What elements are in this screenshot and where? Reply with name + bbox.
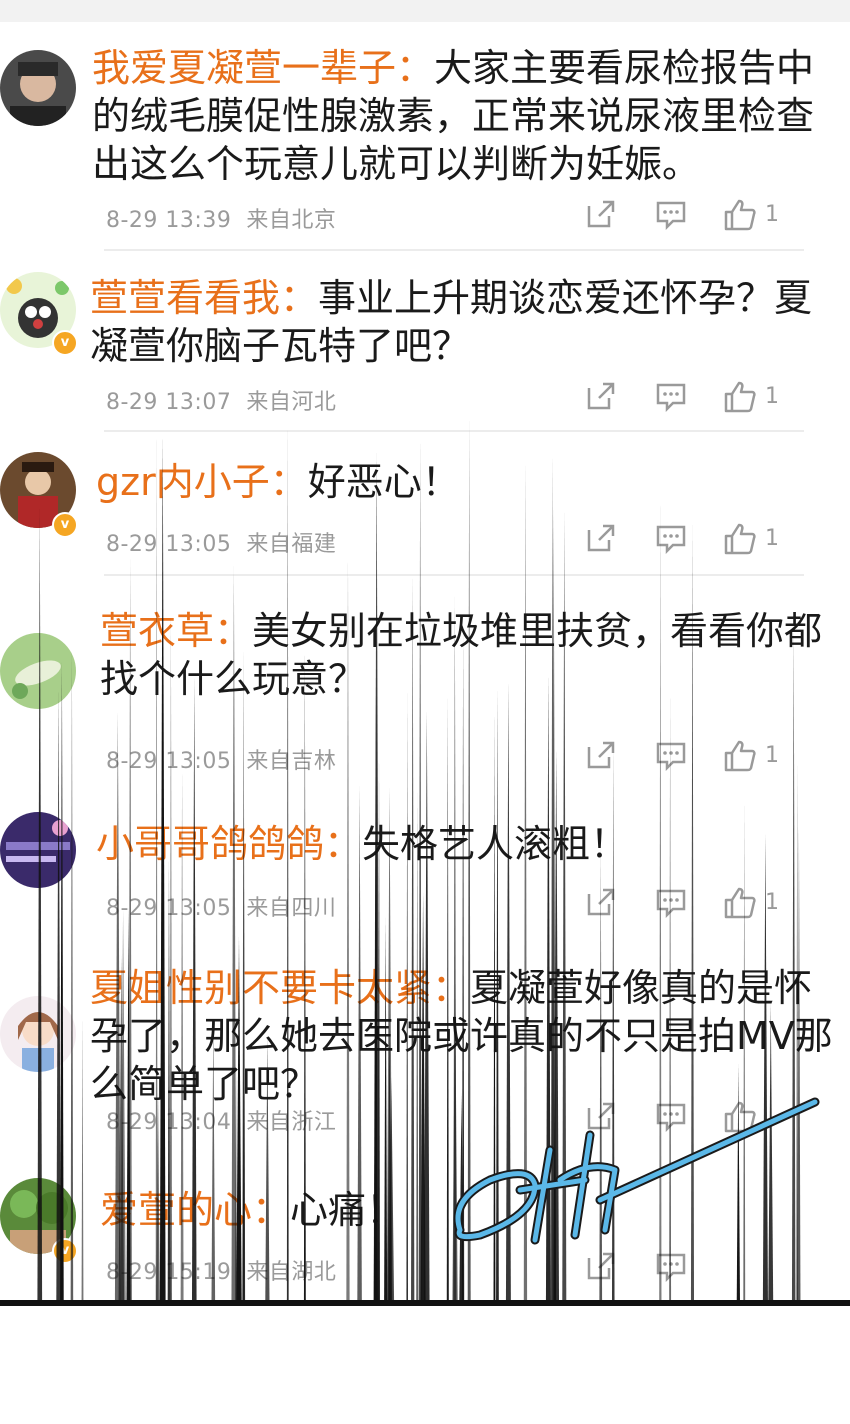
comment-time: 8-29 13:04 — [106, 1110, 232, 1135]
share-icon[interactable] — [585, 886, 617, 922]
comment-text: 出这么个玩意儿就可以判断为妊娠。 — [92, 142, 701, 186]
comment-username[interactable]: 小哥哥鸽鸽鸽： — [96, 822, 362, 866]
comment-time: 8-29 13:05 — [106, 896, 232, 921]
comment-time: 8-29 13:07 — [106, 390, 232, 415]
thumbs-up-icon[interactable] — [723, 1100, 757, 1136]
comment-source: 来自四川 — [246, 896, 337, 921]
comment-icon[interactable] — [655, 886, 687, 922]
comment-icon[interactable] — [655, 739, 687, 775]
speed-line — [373, 452, 380, 1300]
comment-icon[interactable] — [655, 380, 687, 416]
comment-text: 的绒毛膜促性腺激素，正常来说尿液里检查 — [92, 94, 815, 138]
comment-source: 来自河北 — [246, 390, 337, 415]
ground-line — [0, 1300, 850, 1306]
comment-source: 来自湖北 — [246, 1260, 337, 1285]
comment-text: 孕了，那么她去医院或许真的不只是拍MV那 — [90, 1014, 833, 1058]
like-count: 1 — [765, 890, 779, 915]
comment-text: 失格艺人滚粗！ — [362, 822, 629, 866]
like-count: 1 — [765, 384, 779, 409]
comment-icon[interactable] — [655, 1250, 687, 1286]
comment-icon[interactable] — [655, 522, 687, 558]
comment-text: 好恶心！ — [307, 460, 460, 504]
comment-username[interactable]: 萱萱看看我： — [90, 276, 318, 320]
thumbs-up-icon[interactable] — [723, 522, 757, 558]
purple-poster-avatar[interactable] — [0, 812, 76, 888]
comment-username[interactable]: 夏姐性别不要卡太紧： — [90, 966, 470, 1010]
speed-line — [418, 436, 422, 1300]
like-count: 1 — [765, 202, 779, 227]
divider — [104, 574, 804, 576]
anime-girl-avatar[interactable] — [0, 996, 76, 1072]
top-bar — [0, 0, 850, 22]
comment-text: 夏凝萱好像真的是怀 — [470, 966, 813, 1010]
comment-username[interactable]: 我爱夏凝萱一辈子： — [92, 46, 434, 90]
comment-time: 8-29 15:19 — [106, 1260, 232, 1285]
thumbs-up-icon[interactable] — [723, 380, 757, 416]
comment-text: 么简单了吧？ — [90, 1062, 319, 1106]
share-icon[interactable] — [585, 522, 617, 558]
comment-text: 心痛！ — [290, 1188, 405, 1232]
comment-icon[interactable] — [655, 198, 687, 234]
speed-line — [81, 1016, 84, 1300]
comment-username[interactable]: 萱衣草： — [100, 609, 252, 653]
divider — [104, 430, 804, 432]
thumbs-up-icon[interactable] — [723, 739, 757, 775]
thumbs-up-icon[interactable] — [723, 886, 757, 922]
comment-text: 大家主要看尿检报告中 — [434, 46, 815, 90]
verified-badge-icon: v — [52, 1238, 78, 1264]
verified-badge-icon: v — [52, 330, 78, 356]
comment-source: 来自北京 — [246, 208, 337, 233]
share-icon[interactable] — [585, 739, 617, 775]
share-icon[interactable] — [585, 1250, 617, 1286]
verified-badge-icon: v — [52, 512, 78, 538]
man-portrait-avatar[interactable] — [0, 50, 76, 126]
thumbs-up-icon[interactable] — [723, 198, 757, 234]
like-count: 1 — [765, 526, 779, 551]
share-icon[interactable] — [585, 1100, 617, 1136]
divider — [104, 249, 804, 251]
speed-line — [550, 453, 555, 1300]
comment-source: 来自吉林 — [246, 749, 337, 774]
share-icon[interactable] — [585, 380, 617, 416]
comment-text: 找个什么玩意？ — [100, 657, 367, 701]
comment-text: 事业上升期谈恋爱还怀孕？夏 — [318, 276, 813, 320]
share-icon[interactable] — [585, 198, 617, 234]
comment-source: 来自福建 — [246, 532, 337, 557]
comment-time: 8-29 13:05 — [106, 532, 232, 557]
comment-source: 来自浙江 — [246, 1110, 337, 1135]
comment-text: 凝萱你脑子瓦特了吧？ — [90, 324, 471, 368]
comment-username[interactable]: 爱萱的心： — [100, 1188, 290, 1232]
comment-text: 美女别在垃圾堆里扶贫，看看你都 — [252, 609, 823, 653]
comment-icon[interactable] — [655, 1100, 687, 1136]
comment-username[interactable]: gzr内小子： — [96, 460, 308, 504]
like-count: 1 — [765, 743, 779, 768]
green-leaf-avatar[interactable] — [0, 633, 76, 709]
comment-time: 8-29 13:05 — [106, 749, 232, 774]
speed-line — [523, 460, 528, 1300]
comment-time: 8-29 13:39 — [106, 208, 232, 233]
